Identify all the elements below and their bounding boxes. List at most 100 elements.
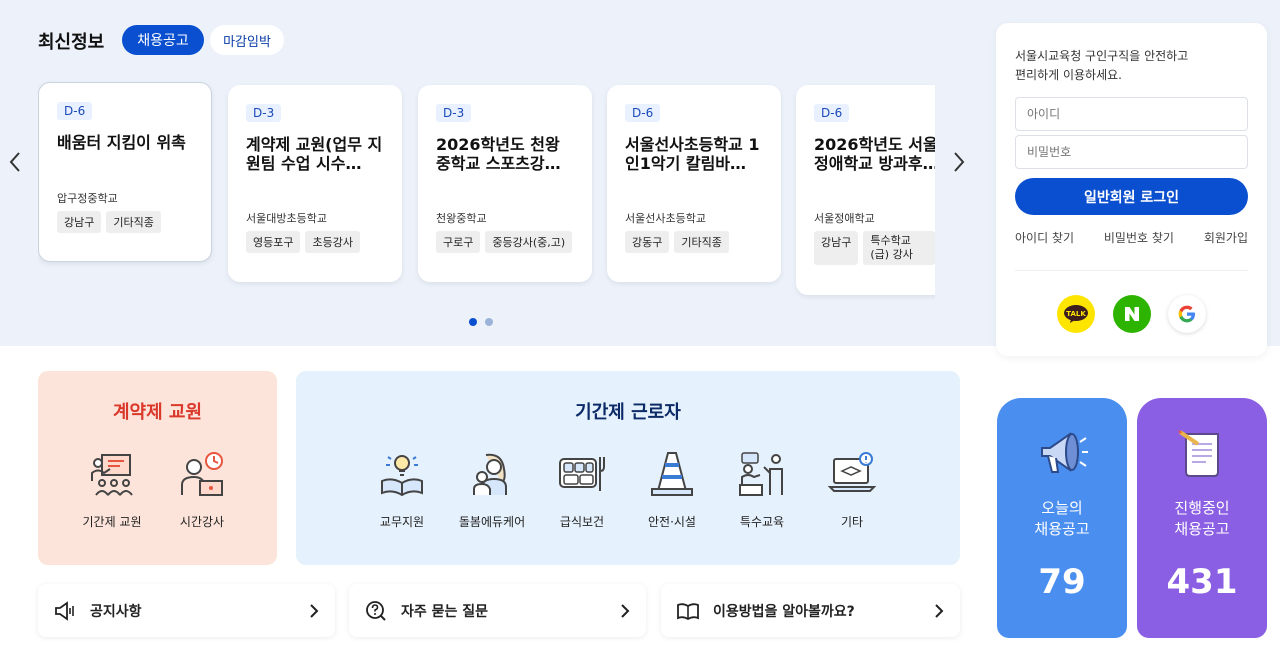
password-input[interactable] [1015,135,1248,169]
how-to-use-link[interactable]: 이용방법을 알아볼까요? [661,584,960,637]
region-tag: 강남구 [57,211,102,233]
bar-label: 자주 묻는 질문 [401,603,489,620]
category-special-education[interactable]: 특수교육 [722,451,802,530]
document-scroll-icon [1178,430,1219,477]
category-label: 기타 [840,515,864,529]
notice-link[interactable]: 공지사항 [38,584,335,637]
job-card-carousel: D-6 배움터 지킴이 위촉 압구정중학교 강남구 기타직종 D-3 계약제 교… [38,80,935,300]
job-card[interactable]: D-6 서울선사초등학교 1인1악기 칼림바… 서울선사초등학교 강동구 기타직… [607,85,781,282]
category-safety-facility[interactable]: 안전·시설 [632,451,712,530]
bar-label: 이용방법을 알아볼까요? [713,603,855,620]
special-education-icon [739,452,783,496]
google-login-icon[interactable] [1168,295,1206,333]
school-name: 천왕중학교 [436,212,487,225]
stat-value: 431 [1166,562,1238,602]
naver-login-icon[interactable] [1113,295,1151,333]
login-button[interactable]: 일반회원 로그인 [1015,178,1248,215]
job-title: 2026학년도 서울 정애학교 방과후… [814,135,935,173]
school-name: 압구정중학교 [57,192,118,205]
chevron-right-icon[interactable] [952,150,966,180]
username-input[interactable] [1015,97,1248,131]
job-title: 배움터 지킴이 위촉 [57,133,186,152]
megaphone-icon [1041,432,1088,473]
lightbulb-book-icon [381,455,423,497]
job-type-tag: 중등강사(중,고) [485,231,573,253]
job-card[interactable]: D-6 배움터 지킴이 위촉 압구정중학교 강남구 기타직종 [38,82,212,262]
tag-list: 강남구 특수학교(급) 강사 [814,231,935,265]
clock-teacher-icon [181,452,223,496]
teacher-board-icon [91,454,133,496]
find-password-link[interactable]: 비밀번호 찾기 [1104,229,1174,246]
today-postings-card[interactable]: 오늘의 채용공고 79 [997,398,1127,638]
job-type-tag: 특수학교(급) 강사 [863,231,935,265]
chevron-right-icon [621,603,630,618]
laptop-other-icon [828,452,876,492]
section-title: 최신정보 [38,32,105,53]
caregiver-icon [473,453,507,495]
category-academic-support[interactable]: 교무지원 [362,451,442,530]
category-fixed-term-teacher[interactable]: 기간제 교원 [72,451,152,530]
school-name: 서울정애학교 [814,212,875,225]
kakao-login-icon[interactable]: TALK [1057,295,1095,333]
category-other[interactable]: 기타 [812,451,892,530]
stat-label: 진행중인 채용공고 [1174,499,1230,538]
find-id-link[interactable]: 아이디 찾기 [1015,229,1074,246]
chevron-right-icon [310,603,319,618]
region-tag: 구로구 [436,231,481,253]
job-type-tag: 기타직종 [106,211,161,233]
question-search-icon [366,600,386,621]
account-links: 아이디 찾기 비밀번호 찾기 회원가입 [1015,229,1248,246]
svg-text:TALK: TALK [1066,310,1086,318]
chevron-left-icon[interactable] [8,150,22,180]
page-dot-active[interactable] [469,318,477,326]
d-day-badge: D-3 [436,104,472,122]
region-tag: 강남구 [814,231,859,265]
faq-link[interactable]: 자주 묻는 질문 [349,584,646,637]
job-title: 계약제 교원(업무 지원팀 수업 시수… [246,135,383,173]
stat-value: 79 [1038,562,1086,602]
category-label: 기간제 교원 [82,515,142,529]
school-name: 서울대방초등학교 [246,212,327,225]
job-title: 2026학년도 천왕 중학교 스포츠강… [436,135,561,173]
d-day-badge: D-3 [246,104,282,122]
signup-link[interactable]: 회원가입 [1204,229,1248,246]
job-title: 서울선사초등학교 1인1악기 칼림바… [625,135,760,173]
job-type-tag: 기타직종 [674,231,729,253]
tab-job-postings[interactable]: 채용공고 [122,25,204,55]
meal-tray-icon [559,457,605,491]
d-day-badge: D-6 [625,104,661,122]
category-part-time-lecturer[interactable]: 시간강사 [162,451,242,530]
open-book-icon [677,602,699,620]
tag-list: 구로구 중등강사(중,고) [436,231,573,253]
megaphone-outline-icon [55,600,74,621]
login-message: 서울시교육청 구인구직을 안전하고 편리하게 이용하세요. [1015,49,1189,82]
fixed-term-worker-panel: 기간제 근로자 교무지원 돌봄에듀케어 급식보건 안전·시설 특수교육 기타 [296,371,960,565]
chevron-right-icon [935,603,944,618]
tag-list: 강동구 기타직종 [625,231,729,253]
category-label: 안전·시설 [648,515,696,529]
login-panel: 서울시교육청 구인구직을 안전하고 편리하게 이용하세요. 일반회원 로그인 아… [996,23,1267,356]
category-label: 교무지원 [379,515,425,529]
active-postings-card[interactable]: 진행중인 채용공고 431 [1137,398,1267,638]
region-tag: 강동구 [625,231,670,253]
category-label: 돌봄에듀케어 [458,515,526,529]
tab-deadline-soon[interactable]: 마감임박 [210,25,284,55]
d-day-badge: D-6 [57,102,93,120]
bar-label: 공지사항 [90,603,142,620]
tag-list: 강남구 기타직종 [57,211,161,233]
job-card[interactable]: D-3 계약제 교원(업무 지원팀 수업 시수… 서울대방초등학교 영등포구 초… [228,85,402,282]
page-dot[interactable] [485,318,493,326]
contract-title: 계약제 교원 [112,402,203,423]
carousel-pagination [469,318,493,326]
school-name: 서울선사초등학교 [625,212,706,225]
job-card[interactable]: D-3 2026학년도 천왕 중학교 스포츠강… 천왕중학교 구로구 중등강사(… [418,85,592,282]
category-care-educare[interactable]: 돌봄에듀케어 [452,451,532,530]
traffic-cone-icon [651,452,693,496]
job-card[interactable]: D-6 2026학년도 서울 정애학교 방과후… 서울정애학교 강남구 특수학교… [796,85,935,295]
period-title: 기간제 근로자 [575,402,681,423]
category-label: 시간강사 [179,515,225,529]
category-meal-health[interactable]: 급식보건 [542,451,622,530]
region-tag: 영등포구 [246,231,301,253]
job-type-tag: 초등강사 [305,231,360,253]
category-label: 급식보건 [559,515,605,529]
